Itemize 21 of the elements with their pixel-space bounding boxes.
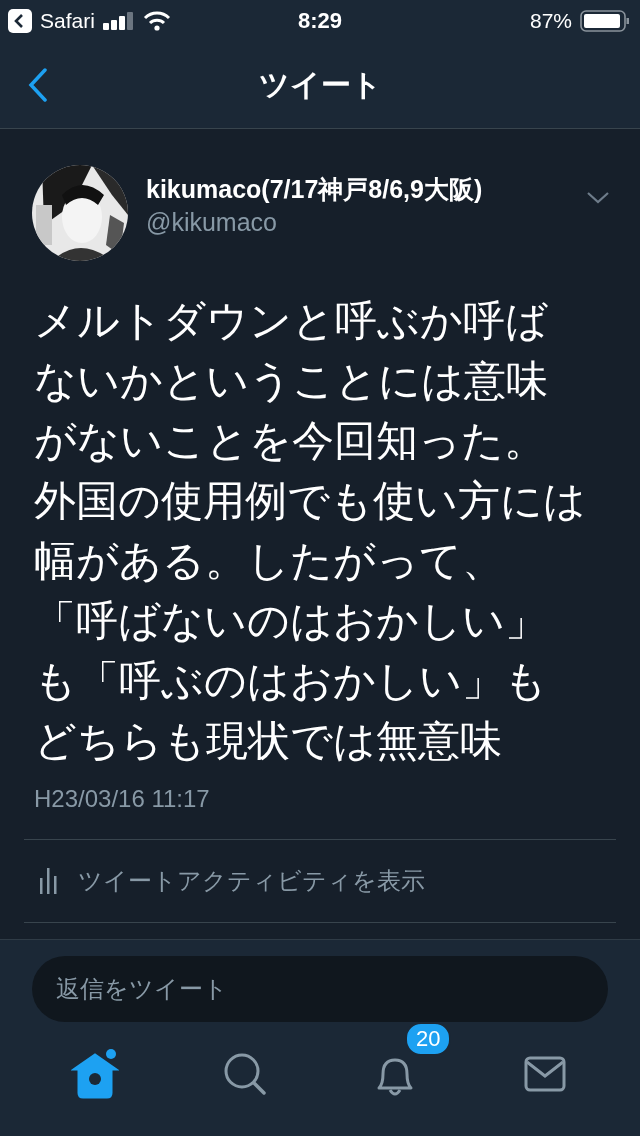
battery-percent: 87%	[529, 9, 572, 33]
back-icon[interactable]	[28, 68, 48, 102]
reply-field[interactable]: 返信をツイート	[32, 956, 608, 1022]
bar-chart-icon[interactable]	[38, 868, 58, 894]
battery-icon	[580, 10, 630, 32]
home-icon[interactable]	[71, 1049, 119, 1099]
wifi-icon	[142, 11, 171, 31]
activity-link[interactable]: ツイートアクティビティを表示	[78, 865, 425, 897]
back-app-label[interactable]: Safari	[40, 9, 95, 33]
mail-icon[interactable]	[524, 1056, 566, 1092]
clock: 8:29	[298, 8, 342, 34]
back-app-icon[interactable]	[8, 9, 32, 33]
chevron-down-icon[interactable]	[586, 191, 610, 205]
display-name[interactable]: kikumaco(7/17神戸8/6,9大阪)	[146, 173, 568, 206]
screen-title: ツイート	[258, 65, 382, 104]
user-handle[interactable]: @kikumaco	[146, 208, 568, 237]
signal-icon	[102, 12, 135, 30]
notification-badge: 20	[405, 1022, 452, 1056]
tweet-text: メルトダウンと呼ぶか呼ばないかということには意味がないことを今回知った。外国の使用例でも使い方には幅がある。したがって、「呼ばないのはおかしい」も「呼ぶのはおかしい」もどちらも現状では無意味	[34, 295, 586, 767]
timestamp: H23/03/16 11:17	[34, 785, 211, 813]
search-icon[interactable]	[223, 1052, 267, 1096]
